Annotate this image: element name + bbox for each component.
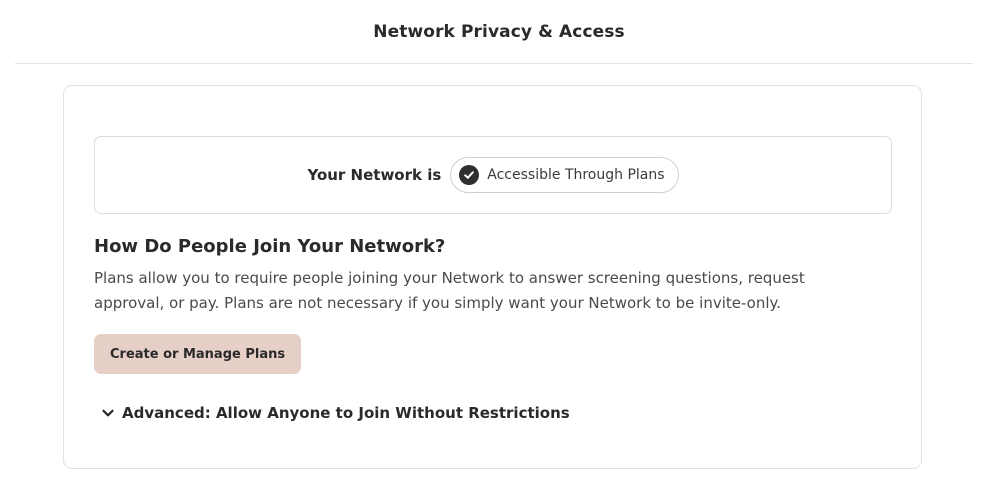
advanced-toggle[interactable]: Advanced: Allow Anyone to Join Without R…: [100, 404, 570, 422]
access-settings-card: Your Network is Accessible Through Plans…: [63, 85, 922, 469]
join-section-description: Plans allow you to require people joinin…: [94, 269, 805, 312]
network-status-box: Your Network is Accessible Through Plans: [94, 136, 892, 214]
status-label: Your Network is: [307, 166, 442, 184]
page-title: Network Privacy & Access: [373, 22, 625, 42]
advanced-toggle-label: Advanced: Allow Anyone to Join Without R…: [122, 404, 570, 422]
check-circle-icon: [459, 165, 480, 185]
network-privacy-page: Network Privacy & Access Your Network is…: [0, 0, 998, 494]
join-section-heading: How Do People Join Your Network?: [94, 236, 446, 257]
status-value: Accessible Through Plans: [487, 167, 665, 183]
chevron-down-icon: [100, 405, 116, 421]
status-pill: Accessible Through Plans: [450, 157, 679, 193]
create-or-manage-plans-button[interactable]: Create or Manage Plans: [94, 334, 302, 374]
header-divider: [15, 63, 973, 64]
